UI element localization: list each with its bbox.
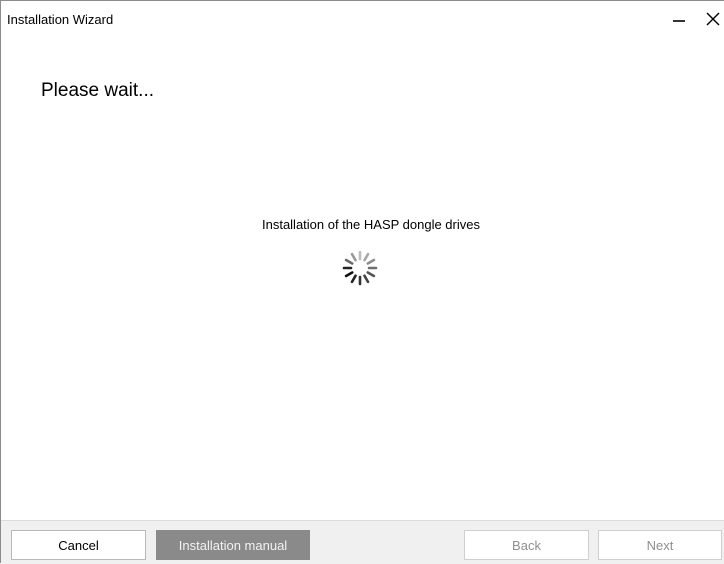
page-heading: Please wait... — [41, 80, 154, 101]
cancel-button[interactable]: Cancel — [11, 530, 146, 560]
minimize-icon — [673, 20, 685, 22]
content-area: Please wait... Installation of the HASP … — [1, 37, 724, 501]
next-button[interactable]: Next — [598, 530, 722, 560]
close-icon — [706, 12, 720, 26]
loading-spinner-icon — [342, 250, 378, 286]
installation-manual-button[interactable]: Installation manual — [156, 530, 310, 560]
button-bar: Cancel Installation manual Back Next — [1, 520, 724, 564]
back-button[interactable]: Back — [464, 530, 589, 560]
status-text: Installation of the HASP dongle drives — [261, 217, 480, 232]
close-button[interactable] — [693, 1, 724, 37]
title-bar: Installation Wizard — [1, 1, 724, 37]
installation-wizard-window: Installation Wizard Please wait... Insta… — [0, 0, 724, 564]
window-title: Installation Wizard — [7, 12, 114, 27]
